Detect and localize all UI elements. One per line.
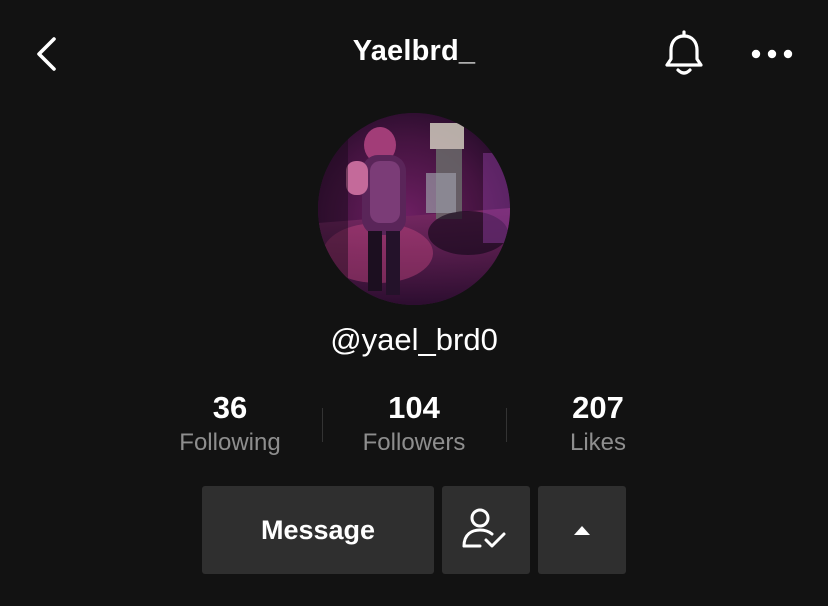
user-check-icon	[462, 508, 506, 548]
following-count: 36	[212, 390, 248, 425]
profile-handle: @yael_brd0	[330, 322, 498, 357]
followers-label: Followers	[362, 429, 466, 456]
stat-followers[interactable]: 104 Followers	[322, 388, 506, 460]
bell-icon	[665, 30, 703, 75]
profile-photo	[318, 113, 510, 305]
message-button[interactable]: Message	[202, 486, 434, 574]
stat-following[interactable]: 36 Following	[138, 388, 322, 460]
top-bar: Yaelbrd_	[0, 0, 828, 108]
chevron-left-icon	[37, 37, 56, 71]
expand-suggestions-button[interactable]	[538, 486, 626, 574]
more-options-button[interactable]	[746, 34, 798, 74]
stat-likes: 207 Likes	[506, 388, 690, 460]
avatar[interactable]	[318, 113, 510, 305]
notification-button[interactable]	[660, 28, 708, 80]
caret-up-icon	[574, 526, 590, 535]
back-button[interactable]	[24, 30, 72, 78]
friend-status-button[interactable]	[442, 486, 530, 574]
followers-count: 104	[388, 390, 440, 425]
likes-count: 207	[572, 390, 624, 425]
page-title: Yaelbrd_	[352, 35, 476, 67]
following-label: Following	[179, 429, 281, 456]
likes-label: Likes	[569, 429, 627, 456]
more-horizontal-icon	[751, 49, 793, 59]
